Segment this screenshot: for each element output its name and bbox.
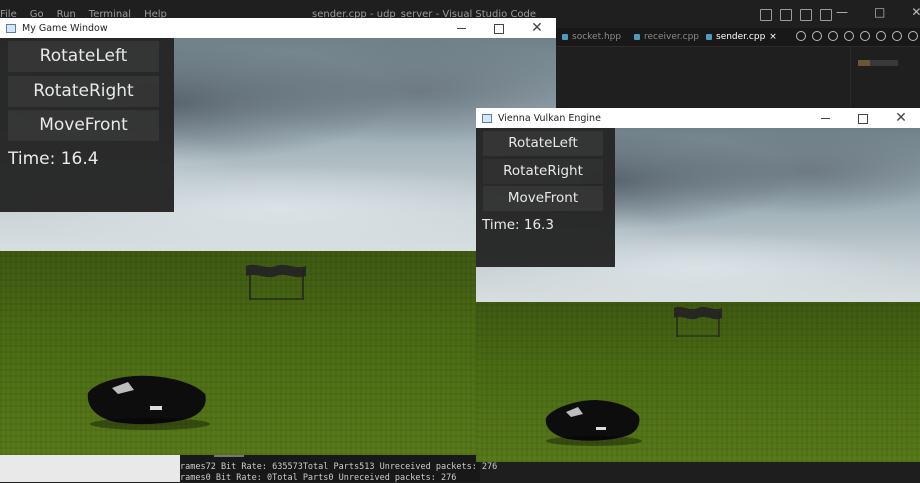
move-front-button[interactable]: MoveFront	[483, 186, 603, 211]
close-button[interactable]: ✕	[518, 18, 556, 38]
step-back-icon[interactable]	[828, 31, 838, 41]
tab-socket-hpp[interactable]: socket.hpp	[562, 30, 621, 44]
continue-icon[interactable]	[844, 31, 854, 41]
cpp-file-icon	[706, 34, 712, 40]
rotate-right-button[interactable]: RotateRight	[8, 76, 159, 107]
app-window-icon	[6, 23, 16, 33]
tab-sender-cpp[interactable]: sender.cpp ×	[706, 30, 781, 44]
editor-toolbar	[796, 31, 918, 41]
close-button[interactable]: ✕	[882, 108, 920, 128]
cpp-file-icon	[562, 34, 568, 40]
window-titlebar[interactable]: Vienna Vulkan Engine ✕	[476, 108, 920, 128]
window-title: Vienna Vulkan Engine	[498, 112, 601, 124]
engine-viewport[interactable]: RotateLeft RotateRight MoveFront Time: 1…	[476, 128, 920, 462]
vscode-window-controls: — □ ✕	[836, 5, 920, 19]
toggle-sidebar-icon[interactable]	[760, 9, 772, 21]
terminal-divider	[214, 455, 244, 457]
maximize-button[interactable]	[844, 111, 882, 125]
control-panel: RotateLeft RotateRight MoveFront Time: 1…	[476, 128, 615, 267]
vienna-vulkan-engine-window: Vienna Vulkan Engine ✕ RotateLeft Rotate…	[476, 108, 920, 462]
split-editor-icon[interactable]	[892, 31, 902, 41]
minimize-button[interactable]	[442, 21, 480, 35]
rotate-right-button[interactable]: RotateRight	[483, 159, 603, 184]
gate-object	[246, 264, 306, 300]
minimize-button[interactable]	[806, 111, 844, 125]
tab-label: sender.cpp	[716, 32, 766, 42]
my-game-window: My Game Window ✕ RotateLeft RotateRight …	[0, 18, 556, 455]
terminal-panel[interactable]: rames72 Bit Rate: 635573Total Parts513 U…	[0, 455, 497, 483]
vscode-maximize-button[interactable]: □	[874, 5, 885, 19]
time-readout: Time: 16.3	[482, 217, 554, 233]
window-title: My Game Window	[22, 22, 108, 34]
step-over-icon[interactable]	[860, 31, 870, 41]
restart-icon[interactable]	[876, 31, 886, 41]
cpp-file-icon	[634, 34, 640, 40]
debug-settings-icon[interactable]	[812, 31, 822, 41]
toggle-panel-icon[interactable]	[780, 9, 792, 21]
toggle-secondary-sidebar-icon[interactable]	[800, 9, 812, 21]
terminal-output-line: rames72 Bit Rate: 635573Total Parts513 U…	[180, 462, 498, 472]
layout-controls	[760, 9, 832, 21]
minimap[interactable]	[858, 60, 898, 66]
rotate-left-button[interactable]: RotateLeft	[483, 131, 603, 156]
customize-layout-icon[interactable]	[820, 9, 832, 21]
tab-close-icon[interactable]: ×	[769, 32, 777, 42]
car-object	[87, 375, 210, 430]
editor-area[interactable]	[556, 47, 920, 107]
move-front-button[interactable]: MoveFront	[8, 110, 159, 141]
control-panel: RotateLeft RotateRight MoveFront Time: 1…	[0, 38, 174, 212]
more-actions-icon[interactable]	[908, 31, 918, 41]
gate-object	[674, 306, 722, 337]
app-window-icon	[482, 113, 492, 123]
tab-receiver-cpp[interactable]: receiver.cpp	[634, 30, 699, 44]
minimap-divider	[850, 47, 851, 107]
window-controls: ✕	[442, 18, 556, 38]
run-icon[interactable]	[796, 31, 806, 41]
maximize-button[interactable]	[480, 21, 518, 35]
terminal-side-area	[0, 455, 180, 482]
time-readout: Time: 16.4	[8, 149, 99, 169]
vscode-minimize-button[interactable]: —	[836, 5, 848, 19]
window-titlebar[interactable]: My Game Window ✕	[0, 18, 556, 38]
tab-label: receiver.cpp	[644, 32, 699, 42]
rotate-left-button[interactable]: RotateLeft	[8, 41, 159, 72]
tab-label: socket.hpp	[572, 32, 622, 42]
vscode-close-button[interactable]: ✕	[911, 5, 920, 19]
game-viewport[interactable]: RotateLeft RotateRight MoveFront Time: 1…	[0, 38, 556, 455]
car-object	[545, 400, 642, 446]
window-controls: ✕	[806, 108, 920, 128]
